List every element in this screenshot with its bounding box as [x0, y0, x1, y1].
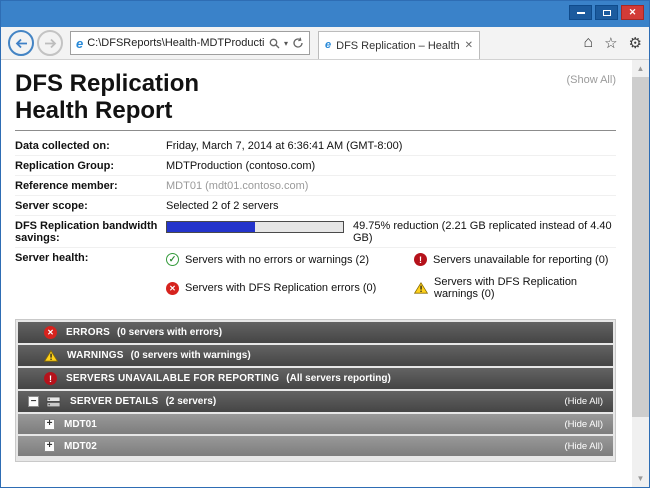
- show-all-link[interactable]: (Show All): [566, 74, 616, 86]
- hide-all-link[interactable]: (Hide All): [564, 419, 603, 430]
- info-row-replication-group: Replication Group: MDTProduction (contos…: [15, 156, 616, 176]
- close-icon: ✕: [629, 7, 637, 18]
- tab-favicon: e: [325, 40, 331, 51]
- health-item-errors: ✕ Servers with DFS Replication errors (0…: [166, 276, 414, 300]
- unavailable-section-header[interactable]: ! SERVERS UNAVAILABLE FOR REPORTING (All…: [18, 368, 613, 389]
- health-item-text: Servers with no errors or warnings (2): [185, 254, 369, 266]
- health-item-no-errors: ✓ Servers with no errors or warnings (2): [166, 253, 414, 266]
- health-item-text: Servers with DFS Replication warnings (0…: [434, 276, 616, 300]
- bandwidth-savings-row: DFS Replication bandwidth savings: 49.75…: [15, 216, 616, 248]
- yellow-warning-icon: [414, 282, 428, 294]
- close-button[interactable]: ✕: [621, 5, 644, 20]
- server-row-mdt02[interactable]: + MDT02 (Hide All): [18, 436, 613, 456]
- home-icon[interactable]: ⌂: [583, 34, 593, 52]
- bandwidth-bar: [166, 221, 344, 233]
- info-row-data-collected: Data collected on: Friday, March 7, 2014…: [15, 136, 616, 156]
- section-detail: (0 servers with errors): [117, 327, 222, 338]
- server-health-row: Server health: ✓ Servers with no errors …: [15, 248, 616, 306]
- forward-arrow-icon: [44, 38, 57, 49]
- server-health-label: Server health:: [15, 252, 166, 264]
- address-url[interactable]: C:\DFSReports\Health-MDTProduction-07M: [87, 37, 265, 49]
- red-unavailable-icon: !: [414, 253, 427, 266]
- expand-icon[interactable]: +: [44, 419, 55, 430]
- green-check-icon: ✓: [166, 253, 179, 266]
- scroll-down-icon[interactable]: ▼: [632, 470, 649, 487]
- info-value: Selected 2 of 2 servers: [166, 200, 279, 212]
- address-bar[interactable]: e C:\DFSReports\Health-MDTProduction-07M…: [70, 31, 310, 55]
- section-detail: (All servers reporting): [286, 373, 390, 384]
- section-detail: (0 servers with warnings): [131, 350, 251, 361]
- bandwidth-label: DFS Replication bandwidth savings:: [15, 220, 166, 244]
- info-row-reference-member: Reference member: MDT01 (mdt01.contoso.c…: [15, 176, 616, 196]
- report-sections: ✕ ERRORS (0 servers with errors) WARNING…: [15, 319, 616, 462]
- section-title: WARNINGS: [67, 350, 124, 361]
- tab-title: DFS Replication – Health Re...: [336, 40, 459, 52]
- server-icon: [46, 396, 61, 408]
- expand-icon[interactable]: +: [44, 441, 55, 452]
- navigation-bar: e C:\DFSReports\Health-MDTProduction-07M…: [1, 27, 649, 60]
- browser-window: ✕ e C:\DFSReports\Health-MDTProduction-0…: [0, 0, 650, 488]
- info-label: Data collected on:: [15, 140, 166, 152]
- warnings-section-header[interactable]: WARNINGS (0 servers with warnings): [18, 345, 613, 366]
- page-title-line1: DFS Replication: [15, 70, 199, 97]
- hide-all-link[interactable]: (Hide All): [564, 441, 603, 452]
- bandwidth-text: 49.75% reduction (2.21 GB replicated ins…: [353, 220, 616, 244]
- server-name: MDT01: [64, 419, 97, 430]
- health-item-warnings: Servers with DFS Replication warnings (0…: [414, 276, 616, 300]
- scroll-up-icon[interactable]: ▲: [632, 60, 649, 77]
- search-icon[interactable]: [269, 38, 280, 49]
- bandwidth-bar-fill: [167, 222, 255, 232]
- back-button[interactable]: [8, 30, 34, 56]
- maximize-button[interactable]: [595, 5, 618, 20]
- page-title: DFS Replication Health Report: [15, 70, 616, 124]
- section-title: SERVER DETAILS: [70, 396, 159, 407]
- settings-gear-icon[interactable]: ⚙: [629, 34, 642, 52]
- info-label: Server scope:: [15, 200, 166, 212]
- section-title: ERRORS: [66, 327, 110, 338]
- forward-button[interactable]: [37, 30, 63, 56]
- info-label: Replication Group:: [15, 160, 166, 172]
- info-value: Friday, March 7, 2014 at 6:36:41 AM (GMT…: [166, 140, 402, 152]
- report-summary-table: Data collected on: Friday, March 7, 2014…: [15, 136, 616, 306]
- chevron-down-icon[interactable]: ▾: [284, 39, 288, 48]
- info-value: MDTProduction (contoso.com): [166, 160, 315, 172]
- title-bar[interactable]: ✕: [1, 1, 649, 27]
- maximize-icon: [603, 10, 611, 16]
- header-divider: [15, 130, 616, 131]
- info-row-server-scope: Server scope: Selected 2 of 2 servers: [15, 196, 616, 216]
- health-item-text: Servers with DFS Replication errors (0): [185, 282, 376, 294]
- health-item-text: Servers unavailable for reporting (0): [433, 254, 608, 266]
- info-label: Reference member:: [15, 180, 166, 192]
- errors-section-header[interactable]: ✕ ERRORS (0 servers with errors): [18, 322, 613, 343]
- info-value: MDT01 (mdt01.contoso.com): [166, 180, 308, 192]
- collapse-icon[interactable]: −: [28, 396, 39, 407]
- browser-tab[interactable]: e DFS Replication – Health Re... ✕: [318, 31, 480, 59]
- refresh-icon[interactable]: [292, 37, 304, 49]
- health-item-unavailable: ! Servers unavailable for reporting (0): [414, 253, 616, 266]
- favorites-star-icon[interactable]: ☆: [604, 34, 617, 52]
- back-arrow-icon: [15, 38, 28, 49]
- server-details-section-header[interactable]: − SERVER DETAILS (2 servers) (Hide All): [18, 391, 613, 412]
- page-title-line2: Health Report: [15, 97, 172, 124]
- page-content: (Show All) DFS Replication Health Report…: [1, 60, 649, 487]
- section-detail: (2 servers): [166, 396, 217, 407]
- vertical-scrollbar[interactable]: ▲ ▼: [632, 60, 649, 487]
- minimize-button[interactable]: [569, 5, 592, 20]
- scrollbar-thumb[interactable]: [632, 77, 649, 417]
- tab-close-icon[interactable]: ✕: [465, 40, 473, 51]
- server-name: MDT02: [64, 441, 97, 452]
- red-error-icon: ✕: [44, 326, 57, 339]
- section-title: SERVERS UNAVAILABLE FOR REPORTING: [66, 373, 279, 384]
- yellow-warning-icon: [44, 350, 58, 362]
- red-unavailable-icon: !: [44, 372, 57, 385]
- server-row-mdt01[interactable]: + MDT01 (Hide All): [18, 414, 613, 434]
- minimize-icon: [577, 12, 585, 14]
- red-error-icon: ✕: [166, 282, 179, 295]
- hide-all-link[interactable]: (Hide All): [564, 396, 603, 407]
- ie-page-icon: e: [76, 37, 83, 50]
